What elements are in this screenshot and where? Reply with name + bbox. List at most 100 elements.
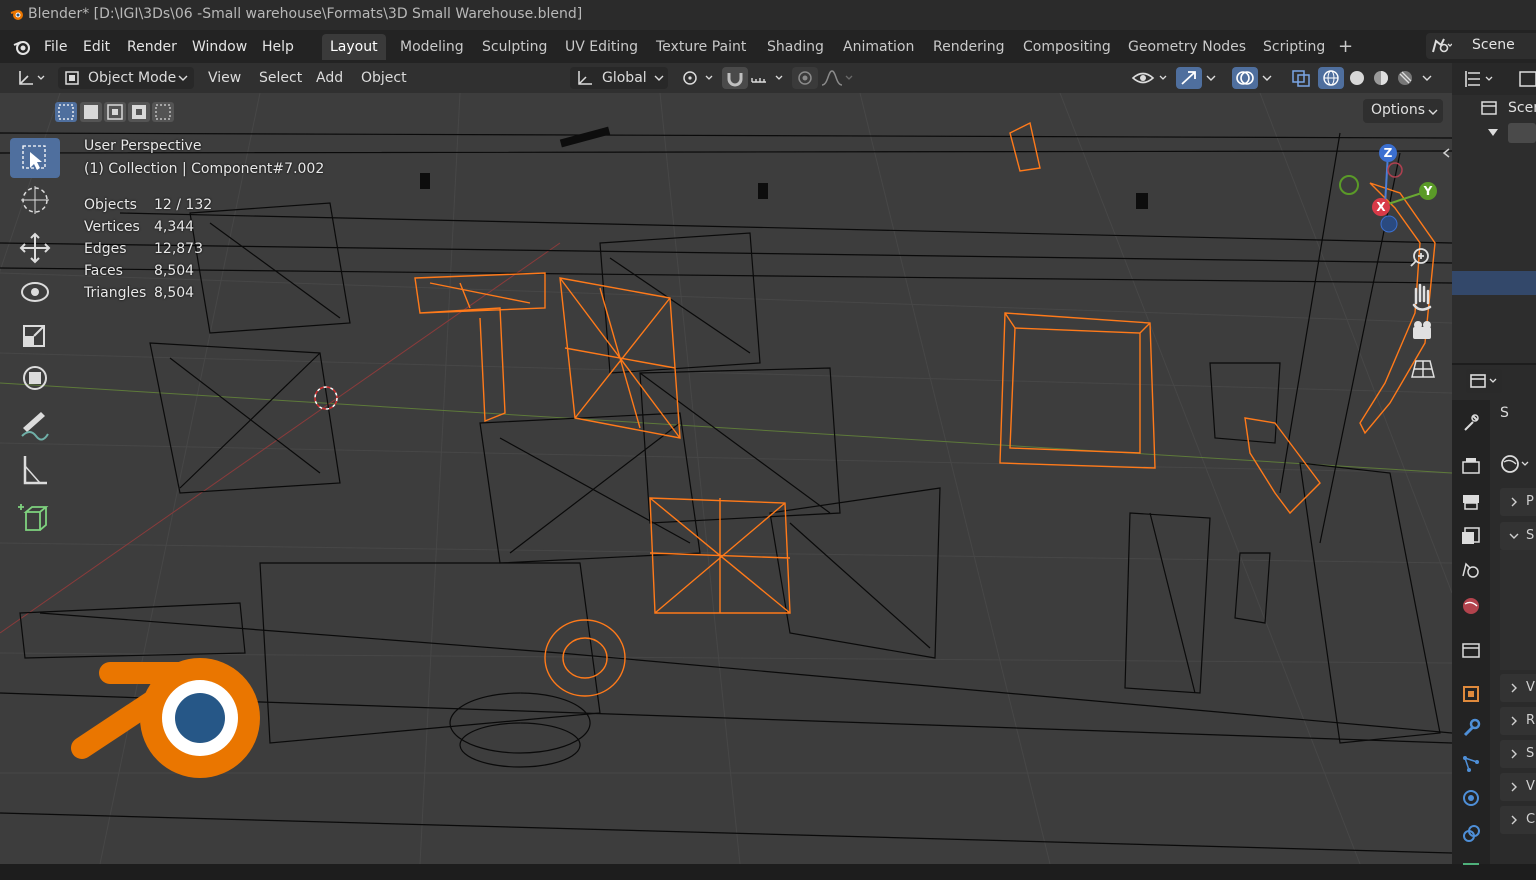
render-tab-icon[interactable] — [1459, 454, 1483, 478]
tab-shading[interactable]: Shading — [759, 34, 832, 60]
view-layer-tab-icon[interactable] — [1459, 524, 1483, 548]
outliner-editor-button[interactable] — [1462, 67, 1498, 91]
add-workspace-button[interactable]: + — [1330, 34, 1361, 60]
header-menu-select[interactable]: Select — [259, 67, 302, 89]
shading-solid-button[interactable] — [1344, 67, 1370, 89]
overlays-toggle[interactable] — [1232, 67, 1258, 89]
toggle-perspective-button[interactable] — [1411, 360, 1435, 378]
tool-measure[interactable] — [10, 450, 60, 490]
selected-objects — [414, 121, 1436, 697]
header-menu-add[interactable]: Add — [316, 67, 343, 89]
chevron-right-icon — [1511, 815, 1517, 825]
options-dropdown[interactable]: Options — [1363, 99, 1443, 123]
sidebar-toggle-icon[interactable] — [1442, 148, 1450, 158]
properties-section[interactable]: V — [1500, 674, 1536, 702]
orientation-dropdown[interactable]: Global — [570, 67, 668, 89]
outliner-row-selected[interactable] — [1452, 271, 1536, 295]
data-tab-icon[interactable] — [1459, 856, 1483, 880]
object-tab-icon[interactable] — [1459, 682, 1483, 706]
menu-render[interactable]: Render — [119, 36, 185, 58]
shading-dropdown[interactable] — [1418, 67, 1438, 89]
pivot-point-button[interactable] — [678, 67, 716, 89]
properties-section[interactable]: V — [1500, 773, 1536, 801]
scene-tab-icon[interactable] — [1459, 558, 1483, 582]
active-object-label: (1) Collection | Component#7.002 — [84, 161, 325, 177]
properties-section[interactable]: C — [1500, 806, 1536, 834]
properties-section[interactable]: S — [1500, 522, 1536, 550]
gizmo-toggle[interactable] — [1176, 67, 1202, 89]
tab-layout[interactable]: Layout — [322, 34, 386, 60]
xray-toggle[interactable] — [1288, 67, 1314, 89]
tab-animation[interactable]: Animation — [835, 34, 922, 60]
properties-section[interactable]: R — [1500, 707, 1536, 735]
blender-menu-icon[interactable] — [12, 37, 32, 57]
editor-type-button[interactable] — [14, 67, 45, 89]
menu-help[interactable]: Help — [254, 36, 302, 58]
chevron-down-icon — [1206, 75, 1216, 81]
tool-select-box[interactable] — [10, 138, 60, 178]
overlays-dropdown[interactable] — [1258, 67, 1278, 89]
snap-increment-icon — [751, 75, 783, 83]
tool-scale[interactable] — [10, 316, 60, 356]
tab-sculpting[interactable]: Sculpting — [474, 34, 555, 60]
gizmo-dropdown[interactable] — [1202, 67, 1222, 89]
tab-geometry-nodes[interactable]: Geometry Nodes — [1120, 34, 1254, 60]
3d-viewport[interactable]: Z Y X Options User Perspective (1) Colle… — [0, 93, 1452, 864]
properties-editor-button[interactable] — [1466, 369, 1502, 393]
world-selector-icon[interactable] — [1500, 452, 1530, 476]
constraints-tab-icon[interactable] — [1459, 822, 1483, 846]
tool-rotate[interactable] — [10, 272, 60, 312]
grid-perspective-icon — [1411, 360, 1435, 378]
snap-toggle[interactable] — [722, 67, 748, 89]
tab-modeling[interactable]: Modeling — [392, 34, 472, 60]
output-tab-icon[interactable] — [1459, 490, 1483, 514]
navigation-gizmo[interactable]: Z Y X — [1339, 144, 1437, 233]
shading-material-button[interactable] — [1368, 67, 1394, 89]
particles-tab-icon[interactable] — [1459, 752, 1483, 776]
mode-dropdown[interactable]: Object Mode — [58, 67, 194, 89]
wireframe-sphere-icon — [1323, 70, 1339, 86]
collection-tab-icon[interactable] — [1459, 638, 1483, 662]
snap-target-button[interactable] — [748, 67, 786, 89]
display-mode-icon — [1519, 71, 1536, 87]
tab-uv-editing[interactable]: UV Editing — [557, 34, 646, 60]
camera-view-button[interactable] — [1413, 321, 1431, 339]
section-label: C — [1526, 812, 1536, 827]
header-menu-object[interactable]: Object — [361, 67, 407, 89]
overlays-icon — [1236, 71, 1254, 85]
tool-cursor[interactable] — [10, 180, 60, 220]
menu-file[interactable]: File — [36, 36, 75, 58]
shading-wireframe-button[interactable] — [1318, 67, 1344, 89]
physics-tab-icon[interactable] — [1459, 786, 1483, 810]
xray-icon — [1292, 70, 1310, 87]
scene-selector[interactable]: Scene — [1426, 33, 1536, 59]
tab-texture-paint[interactable]: Texture Paint — [648, 34, 754, 60]
shading-rendered-button[interactable] — [1392, 67, 1418, 89]
collapse-triangle-icon[interactable] — [1486, 125, 1500, 139]
menu-edit[interactable]: Edit — [75, 36, 118, 58]
visibility-button[interactable] — [1130, 67, 1172, 89]
header-menu-view[interactable]: View — [208, 67, 241, 89]
properties-section[interactable]: P — [1500, 488, 1536, 516]
tool-move[interactable] — [10, 228, 60, 268]
menu-window[interactable]: Window — [184, 36, 255, 58]
scene-icon — [1432, 38, 1452, 53]
tab-rendering[interactable]: Rendering — [925, 34, 1013, 60]
tab-scripting[interactable]: Scripting — [1255, 34, 1333, 60]
tool-annotate[interactable] — [10, 406, 60, 446]
tool-settings-tab-icon[interactable] — [1459, 410, 1483, 434]
tool-add-cube[interactable] — [10, 498, 60, 538]
wireframe-scene[interactable]: Z Y X — [0, 93, 1452, 864]
world-tab-icon[interactable] — [1459, 594, 1483, 618]
tool-transform[interactable] — [10, 358, 60, 398]
selection-mode-icons[interactable] — [54, 101, 174, 123]
falloff-button[interactable] — [820, 67, 856, 89]
tab-compositing[interactable]: Compositing — [1015, 34, 1119, 60]
proportional-edit-toggle[interactable] — [792, 67, 818, 89]
outliner-display-button[interactable] — [1516, 67, 1536, 91]
stat-value-faces: 8,504 — [154, 263, 195, 279]
properties-section[interactable]: S — [1500, 740, 1536, 768]
modifier-wrench-icon[interactable] — [1459, 716, 1483, 740]
pan-button[interactable] — [1412, 283, 1432, 311]
stat-label-edges: Edges — [84, 241, 127, 257]
